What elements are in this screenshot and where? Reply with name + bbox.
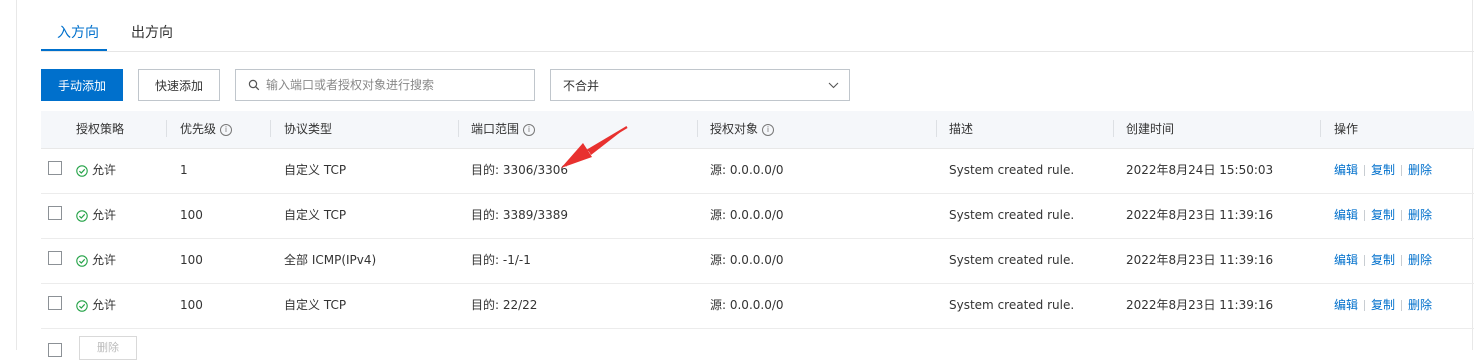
header-priority: 优先级 i	[180, 111, 233, 148]
policy-cell: 允许	[76, 283, 116, 328]
info-icon[interactable]: i	[220, 123, 233, 136]
port-range-cell: 目的: 3306/3306	[471, 163, 568, 177]
description-cell: System created rule.	[949, 163, 1075, 177]
search-input[interactable]	[266, 78, 526, 92]
table-row: 允许 100 自定义 TCP 目的: 3389/3389 源: 0.0.0.0/…	[41, 193, 1474, 239]
policy-cell: 允许	[76, 193, 116, 238]
priority-cell: 1	[180, 163, 188, 177]
column-divider	[1320, 120, 1321, 137]
auth-object-cell: 源: 0.0.0.0/0	[710, 298, 784, 312]
description-cell: System created rule.	[949, 208, 1075, 222]
protocol-cell: 自定义 TCP	[284, 163, 347, 177]
check-circle-icon	[76, 299, 88, 312]
action-divider	[1364, 255, 1366, 266]
copy-link[interactable]: 复制	[1371, 193, 1395, 238]
table-row: 允许 100 全部 ICMP(IPv4) 目的: -1/-1 源: 0.0.0.…	[41, 238, 1474, 284]
action-divider	[1364, 300, 1366, 311]
policy-cell: 允许	[76, 148, 116, 193]
header-actions: 操作	[1334, 122, 1359, 136]
policy-cell: 允许	[76, 238, 116, 283]
created-time-cell: 2022年8月23日 11:39:16	[1126, 208, 1274, 222]
auth-object-cell: 源: 0.0.0.0/0	[710, 253, 784, 267]
column-divider	[458, 120, 459, 137]
delete-link[interactable]: 删除	[1408, 148, 1432, 193]
tab-outbound[interactable]: 出方向	[131, 22, 173, 42]
search-icon	[248, 79, 260, 91]
merge-select-value: 不合并	[563, 78, 600, 93]
created-time-cell: 2022年8月23日 11:39:16	[1126, 253, 1274, 267]
auth-object-cell: 源: 0.0.0.0/0	[710, 208, 784, 222]
search-box[interactable]	[235, 69, 535, 101]
priority-cell: 100	[180, 208, 203, 222]
action-divider	[1364, 165, 1366, 176]
row-checkbox[interactable]	[48, 296, 62, 310]
port-range-cell: 目的: 22/22	[471, 298, 538, 312]
column-divider	[1113, 120, 1114, 137]
manual-add-button[interactable]: 手动添加	[41, 69, 123, 101]
delete-link[interactable]: 删除	[1408, 193, 1432, 238]
header-description: 描述	[949, 122, 974, 136]
auth-object-cell: 源: 0.0.0.0/0	[710, 163, 784, 177]
header-auth-object: 授权对象 i	[710, 111, 775, 148]
action-divider	[1401, 210, 1403, 221]
actions-cell: 编辑 复制 删除	[1334, 193, 1432, 238]
select-all-checkbox[interactable]	[48, 343, 62, 357]
description-cell: System created rule.	[949, 253, 1075, 267]
header-policy: 授权策略	[76, 122, 125, 136]
delete-link[interactable]: 删除	[1408, 238, 1432, 283]
priority-cell: 100	[180, 253, 203, 267]
column-divider	[936, 120, 937, 137]
merge-select[interactable]: 不合并	[550, 69, 850, 101]
header-port-range: 端口范围 i	[471, 111, 536, 148]
created-time-cell: 2022年8月23日 11:39:16	[1126, 298, 1274, 312]
column-divider	[270, 120, 271, 137]
edit-link[interactable]: 编辑	[1334, 148, 1358, 193]
edit-link[interactable]: 编辑	[1334, 193, 1358, 238]
batch-delete-button[interactable]: 删除	[79, 336, 137, 360]
check-circle-icon	[76, 164, 88, 177]
edit-link[interactable]: 编辑	[1334, 283, 1358, 328]
tabs-divider	[41, 51, 1474, 52]
protocol-cell: 全部 ICMP(IPv4)	[284, 253, 377, 267]
header-created-time: 创建时间	[1126, 122, 1175, 136]
protocol-cell: 自定义 TCP	[284, 298, 347, 312]
info-icon[interactable]: i	[523, 123, 536, 136]
info-icon[interactable]: i	[762, 123, 775, 136]
created-time-cell: 2022年8月24日 15:50:03	[1126, 163, 1274, 177]
description-cell: System created rule.	[949, 298, 1075, 312]
row-checkbox[interactable]	[48, 206, 62, 220]
chevron-down-icon	[828, 82, 839, 88]
header-protocol: 协议类型	[284, 122, 333, 136]
actions-cell: 编辑 复制 删除	[1334, 283, 1432, 328]
priority-cell: 100	[180, 298, 203, 312]
action-divider	[1401, 300, 1403, 311]
port-range-cell: 目的: 3389/3389	[471, 208, 568, 222]
table-header: 授权策略 优先级 i 协议类型 端口范围 i 授权对象 i 描述 创建时间 操作	[41, 111, 1474, 149]
copy-link[interactable]: 复制	[1371, 148, 1395, 193]
action-divider	[1401, 165, 1403, 176]
delete-link[interactable]: 删除	[1408, 283, 1432, 328]
copy-link[interactable]: 复制	[1371, 238, 1395, 283]
actions-cell: 编辑 复制 删除	[1334, 238, 1432, 283]
table-row: 允许 1 自定义 TCP 目的: 3306/3306 源: 0.0.0.0/0 …	[41, 148, 1474, 194]
row-checkbox[interactable]	[48, 161, 62, 175]
row-checkbox[interactable]	[48, 251, 62, 265]
action-divider	[1364, 210, 1366, 221]
check-circle-icon	[76, 254, 88, 267]
copy-link[interactable]: 复制	[1371, 283, 1395, 328]
quick-add-button[interactable]: 快速添加	[138, 69, 220, 101]
check-circle-icon	[76, 209, 88, 222]
protocol-cell: 自定义 TCP	[284, 208, 347, 222]
action-divider	[1401, 255, 1403, 266]
table-row: 允许 100 自定义 TCP 目的: 22/22 源: 0.0.0.0/0 Sy…	[41, 283, 1474, 329]
left-border	[16, 0, 17, 350]
column-divider	[697, 120, 698, 137]
tab-inbound[interactable]: 入方向	[57, 22, 99, 42]
edit-link[interactable]: 编辑	[1334, 238, 1358, 283]
port-range-cell: 目的: -1/-1	[471, 253, 531, 267]
actions-cell: 编辑 复制 删除	[1334, 148, 1432, 193]
column-divider	[166, 120, 167, 137]
